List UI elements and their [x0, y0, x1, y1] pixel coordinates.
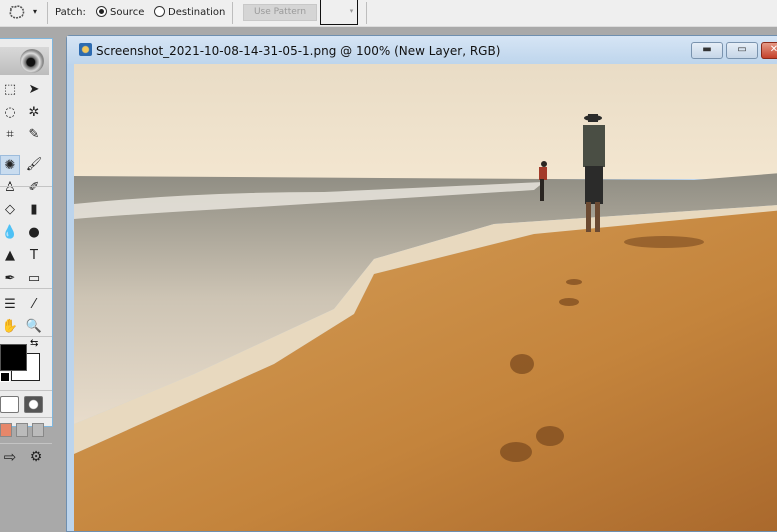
blur-tool-icon[interactable]: 💧 — [0, 223, 20, 243]
divider — [366, 2, 367, 24]
move-tool-icon[interactable]: ➤ — [24, 80, 44, 100]
pattern-picker-swatch[interactable] — [320, 0, 348, 25]
document-window: Screenshot_2021-10-08-14-31-05-1.png @ 1… — [66, 35, 777, 532]
divider — [0, 288, 52, 289]
image-canvas[interactable] — [74, 64, 777, 531]
source-radio-label[interactable]: Source — [110, 7, 144, 18]
zoom-tool-icon[interactable]: 🔍 — [24, 317, 44, 337]
clone-stamp-tool-icon[interactable]: ♙ — [0, 178, 20, 198]
lasso-tool-icon[interactable]: ◌ — [0, 103, 20, 123]
pen-tool-icon[interactable]: ✒ — [0, 269, 20, 289]
type-tool-icon[interactable]: T — [24, 246, 44, 266]
sky — [74, 64, 777, 179]
pattern-picker-dropdown[interactable]: ▾ — [346, 0, 358, 25]
dodge-tool-icon[interactable]: ● — [24, 223, 44, 243]
shadow — [624, 236, 704, 248]
use-pattern-button[interactable]: Use Pattern — [243, 4, 317, 21]
brush-tool-icon[interactable]: 🖌 — [24, 155, 44, 175]
full-screen-menu-mode-icon[interactable] — [16, 423, 28, 437]
minimize-button[interactable]: ▬ — [691, 42, 723, 59]
eraser-tool-icon[interactable]: ◇ — [0, 200, 20, 220]
notes-tool-icon[interactable]: ☰ — [0, 295, 20, 315]
standard-screen-mode-icon[interactable] — [0, 423, 12, 437]
close-button[interactable]: ✕ — [761, 42, 777, 59]
full-screen-mode-icon[interactable] — [32, 423, 44, 437]
destination-radio-label[interactable]: Destination — [168, 7, 225, 18]
imageready-icon[interactable]: ⚙ — [26, 447, 46, 467]
swap-colors-icon[interactable]: ⇆ — [30, 338, 38, 349]
magic-wand-tool-icon[interactable]: ✲ — [24, 103, 44, 123]
foreground-color-swatch[interactable] — [0, 344, 27, 371]
standard-mode-icon[interactable] — [0, 396, 19, 413]
document-titlebar[interactable]: Screenshot_2021-10-08-14-31-05-1.png @ 1… — [67, 36, 777, 64]
patch-tool-icon[interactable] — [8, 4, 26, 20]
tool-preset-dropdown[interactable]: ▾ — [33, 7, 37, 16]
divider — [0, 390, 52, 391]
divider — [0, 186, 52, 187]
marquee-tool-icon[interactable]: ⬚ — [0, 80, 20, 100]
source-radio[interactable] — [96, 6, 107, 17]
quick-mask-mode-icon[interactable] — [24, 396, 43, 413]
options-bar: ▾ Patch: Source Destination Use Pattern … — [0, 0, 777, 27]
photoshop-document-icon — [79, 43, 92, 56]
divider — [0, 443, 52, 444]
divider — [232, 2, 233, 24]
eyedropper-tool-icon[interactable]: ⁄ — [24, 295, 44, 315]
photoshop-eye-icon[interactable] — [20, 49, 44, 73]
divider — [47, 2, 48, 24]
gradient-tool-icon[interactable]: ▮ — [24, 200, 44, 220]
destination-radio[interactable] — [154, 6, 165, 17]
patch-tool-icon[interactable]: ✺ — [0, 155, 20, 175]
slice-tool-icon[interactable]: ✎ — [24, 125, 44, 145]
crop-tool-icon[interactable]: ⌗ — [0, 125, 20, 145]
divider — [0, 336, 52, 337]
document-title: Screenshot_2021-10-08-14-31-05-1.png @ 1… — [96, 44, 501, 58]
toolbox-panel: ⬚ ➤ ◌ ✲ ⌗ ✎ ✺ 🖌 ♙ ✐ ◇ ▮ 💧 ● ▲ T ✒ ▭ ☰ ⁄ ✋ 🔍 ⇆ ⇨ ⚙ — [0, 38, 53, 466]
hand-tool-icon[interactable]: ✋ — [0, 317, 20, 337]
rectangle-tool-icon[interactable]: ▭ — [24, 269, 44, 289]
toolbox-header — [0, 47, 49, 75]
maximize-button[interactable]: ▭ — [726, 42, 758, 59]
history-brush-tool-icon[interactable]: ✐ — [24, 178, 44, 198]
jump-to-imageready-icon[interactable]: ⇨ — [0, 447, 20, 467]
beach-photo — [74, 64, 777, 531]
patch-label: Patch: — [55, 7, 86, 18]
divider — [0, 417, 52, 418]
default-colors-icon[interactable] — [0, 372, 10, 382]
path-selection-tool-icon[interactable]: ▲ — [0, 246, 20, 266]
